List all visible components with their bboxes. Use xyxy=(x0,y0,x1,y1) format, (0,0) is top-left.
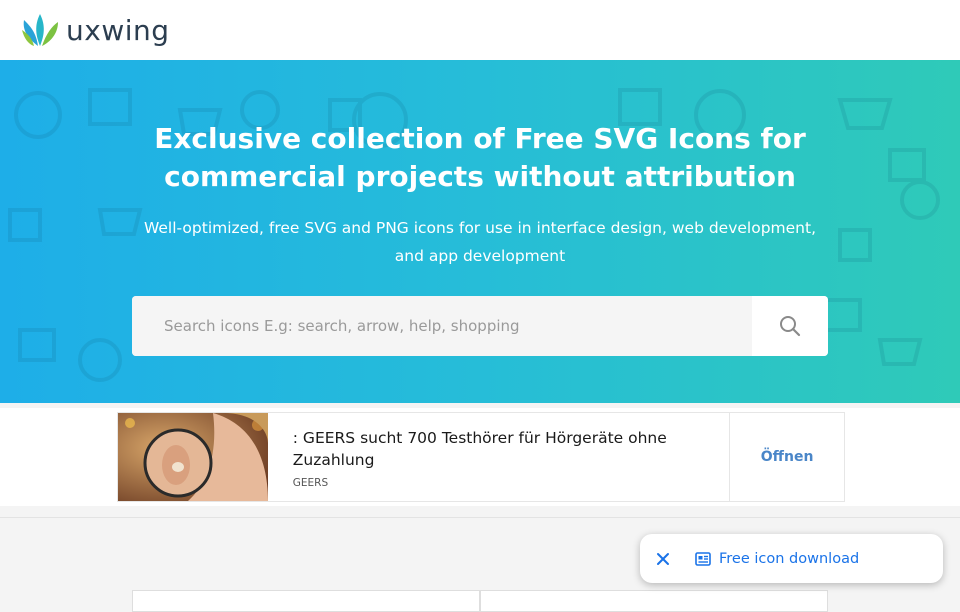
ad-photo-ear xyxy=(118,413,268,501)
newspaper-icon xyxy=(695,551,711,566)
ad-source: GEERS xyxy=(292,477,329,489)
toast-link-label: Free icon download xyxy=(719,550,860,567)
hero-title-line-2: commercial projects without attribution xyxy=(164,160,796,193)
ad-headline[interactable]: : GEERS sucht 700 Testhörer für Hörgerät… xyxy=(293,427,729,471)
ad-banner-area: : GEERS sucht 700 Testhörer für Hörgerät… xyxy=(0,408,960,506)
close-icon xyxy=(657,552,669,565)
sponsored-ad[interactable]: : GEERS sucht 700 Testhörer für Hörgerät… xyxy=(117,412,845,502)
toast-close-button[interactable] xyxy=(652,548,674,570)
hero-banner: Exclusive collection of Free SVG Icons f… xyxy=(0,60,960,403)
icon-category-card[interactable] xyxy=(132,590,480,612)
section-divider xyxy=(0,517,960,518)
download-toast: Free icon download xyxy=(640,534,943,583)
free-icon-download-link[interactable]: Free icon download xyxy=(695,551,859,567)
ad-open-button[interactable]: Öffnen xyxy=(729,413,844,501)
search-input[interactable] xyxy=(132,296,752,356)
logo-text: uxwing xyxy=(66,13,170,47)
search-icon xyxy=(780,316,801,337)
ad-text-block: : GEERS sucht 700 Testhörer für Hörgerät… xyxy=(268,413,729,501)
search-form xyxy=(132,296,828,356)
uxwing-logo-icon xyxy=(22,14,58,46)
site-header: uxwing xyxy=(0,0,960,60)
site-logo[interactable]: uxwing xyxy=(20,10,170,50)
icon-category-card[interactable] xyxy=(480,590,828,612)
ad-image xyxy=(118,413,268,501)
hero-subtitle: Well-optimized, free SVG and PNG icons f… xyxy=(130,214,830,270)
hero-title: Exclusive collection of Free SVG Icons f… xyxy=(0,120,960,196)
search-button[interactable] xyxy=(752,296,828,356)
hero-subtitle-line-2: and app development xyxy=(394,247,566,265)
hero-subtitle-line-1: Well-optimized, free SVG and PNG icons f… xyxy=(143,219,817,237)
hero-title-line-1: Exclusive collection of Free SVG Icons f… xyxy=(154,122,806,155)
